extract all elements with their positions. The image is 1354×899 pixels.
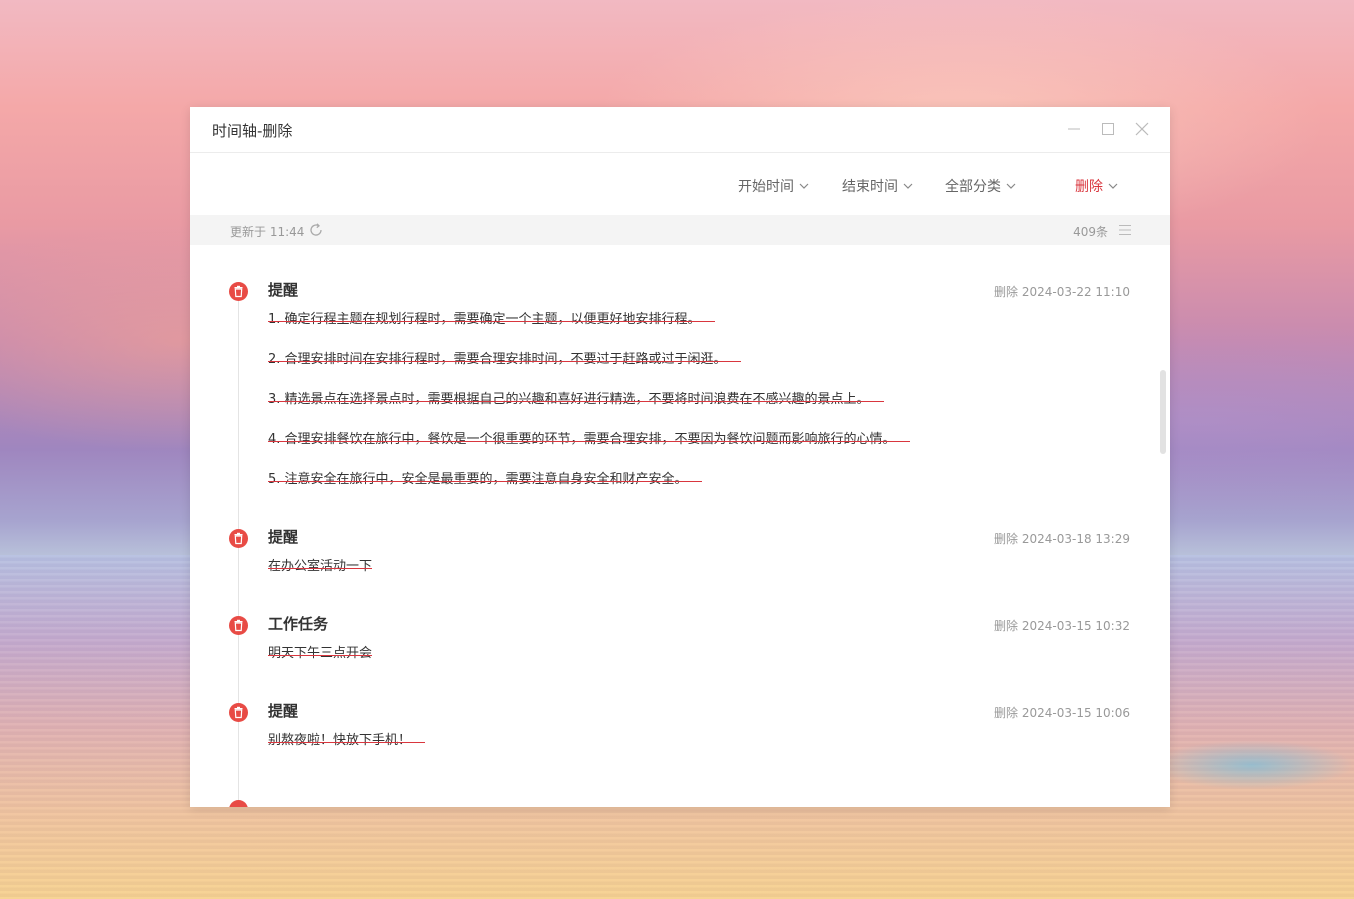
chevron-down-icon <box>799 183 809 189</box>
timeline-entry[interactable]: 工作任务 删除 2024-03-15 10:32 明天下午三点开会 <box>190 609 1170 689</box>
entry-text: 4. 合理安排餐饮在旅行中，餐饮是一个很重要的环节，需要合理安排，不要因为餐饮问… <box>268 431 910 449</box>
wallpaper-sea-highlight <box>1150 740 1354 790</box>
end-time-filter[interactable]: 结束时间 <box>842 176 913 196</box>
list-item: 3. 精选景点在选择景点时，需要根据自己的兴趣和喜好进行精选，不要将时间浪费在不… <box>268 391 910 431</box>
window-title: 时间轴-删除 <box>212 122 293 140</box>
entry-text: 3. 精选景点在选择景点时，需要根据自己的兴趣和喜好进行精选，不要将时间浪费在不… <box>268 391 884 409</box>
trash-icon <box>229 703 248 722</box>
status-label: 删除 <box>1075 179 1103 195</box>
chevron-down-icon <box>1108 183 1118 189</box>
chevron-down-icon <box>1006 183 1016 189</box>
entry-content: 1. 确定行程主题在规划行程时，需要确定一个主题，以便更好地安排行程。 2. 合… <box>268 311 910 511</box>
start-time-filter[interactable]: 开始时间 <box>738 176 809 196</box>
entry-title: 提醒 <box>268 702 299 720</box>
list-item: 2. 合理安排时间在安排行程时，需要合理安排时间，不要过于赶路或过于闲逛。 <box>268 351 910 391</box>
entry-text: 1. 确定行程主题在规划行程时，需要确定一个主题，以便更好地安排行程。 <box>268 311 715 329</box>
entry-text: 5. 注意安全在旅行中，安全是最重要的，需要注意自身安全和财产安全。 <box>268 471 702 489</box>
entry-content: 别熬夜啦！快放下手机！ <box>268 732 426 772</box>
status-filter[interactable]: 删除 <box>1075 176 1118 196</box>
entry-title: 提醒 <box>268 528 299 546</box>
entry-text: 2. 合理安排时间在安排行程时，需要合理安排时间，不要过于赶路或过于闲逛。 <box>268 351 741 369</box>
close-button[interactable] <box>1134 119 1150 139</box>
filter-toolbar: 开始时间 结束时间 全部分类 删除 <box>190 153 1170 215</box>
trash-icon <box>229 800 248 807</box>
list-item: 1. 确定行程主题在规划行程时，需要确定一个主题，以便更好地安排行程。 <box>268 311 910 351</box>
entry-title: 工作任务 <box>268 615 329 633</box>
timeline-entry[interactable]: 提醒 删除 2024-03-18 13:29 在办公室活动一下 <box>190 522 1170 602</box>
entry-deleted-time: 删除 2024-03-15 10:06 <box>994 706 1130 720</box>
entry-title: 提醒 <box>268 281 299 299</box>
list-item: 别熬夜啦！快放下手机！ <box>268 732 426 772</box>
record-count: 409条 <box>1073 225 1108 239</box>
status-bar: 更新于 11:44 409条 <box>190 215 1170 245</box>
timeline-entry-partial[interactable] <box>190 793 1170 807</box>
list-item: 明天下午三点开会 <box>268 645 373 685</box>
minimize-button[interactable] <box>1066 119 1082 139</box>
trash-icon <box>229 616 248 635</box>
list-item: 在办公室活动一下 <box>268 558 373 598</box>
entry-content: 在办公室活动一下 <box>268 558 373 598</box>
entry-text: 明天下午三点开会 <box>268 646 373 661</box>
end-time-label: 结束时间 <box>842 179 898 195</box>
window-controls <box>1066 119 1150 139</box>
minimize-icon <box>1068 128 1080 130</box>
list-item: 4. 合理安排餐饮在旅行中，餐饮是一个很重要的环节，需要合理安排，不要因为餐饮问… <box>268 431 910 471</box>
updated-time: 更新于 11:44 <box>230 225 305 239</box>
maximize-button[interactable] <box>1100 119 1116 139</box>
list-menu-icon[interactable] <box>1118 224 1132 236</box>
timeline-list: 提醒 删除 2024-03-22 11:10 1. 确定行程主题在规划行程时，需… <box>190 245 1170 807</box>
entry-text: 别熬夜啦！快放下手机！ <box>268 732 426 750</box>
refresh-icon[interactable] <box>308 222 324 238</box>
close-icon <box>1135 122 1149 136</box>
entry-deleted-time: 删除 2024-03-15 10:32 <box>994 619 1130 633</box>
entry-deleted-time: 删除 2024-03-18 13:29 <box>994 532 1130 546</box>
list-item: 5. 注意安全在旅行中，安全是最重要的，需要注意自身安全和财产安全。 <box>268 471 910 511</box>
category-filter[interactable]: 全部分类 <box>945 176 1016 196</box>
maximize-icon <box>1102 123 1114 135</box>
start-time-label: 开始时间 <box>738 179 794 195</box>
trash-icon <box>229 529 248 548</box>
entry-deleted-time: 删除 2024-03-22 11:10 <box>994 285 1130 299</box>
chevron-down-icon <box>903 183 913 189</box>
timeline-window: 时间轴-删除 开始时间 结束时间 全部分类 删除 更新于 11:44 409条 … <box>190 107 1170 807</box>
timeline-entry[interactable]: 提醒 删除 2024-03-15 10:06 别熬夜啦！快放下手机！ <box>190 696 1170 776</box>
entry-content: 明天下午三点开会 <box>268 645 373 685</box>
category-label: 全部分类 <box>945 179 1001 195</box>
timeline-entry[interactable]: 提醒 删除 2024-03-22 11:10 1. 确定行程主题在规划行程时，需… <box>190 275 1170 515</box>
scrollbar-thumb[interactable] <box>1160 370 1166 454</box>
trash-icon <box>229 282 248 301</box>
title-bar: 时间轴-删除 <box>190 107 1170 153</box>
entry-text: 在办公室活动一下 <box>268 559 373 574</box>
